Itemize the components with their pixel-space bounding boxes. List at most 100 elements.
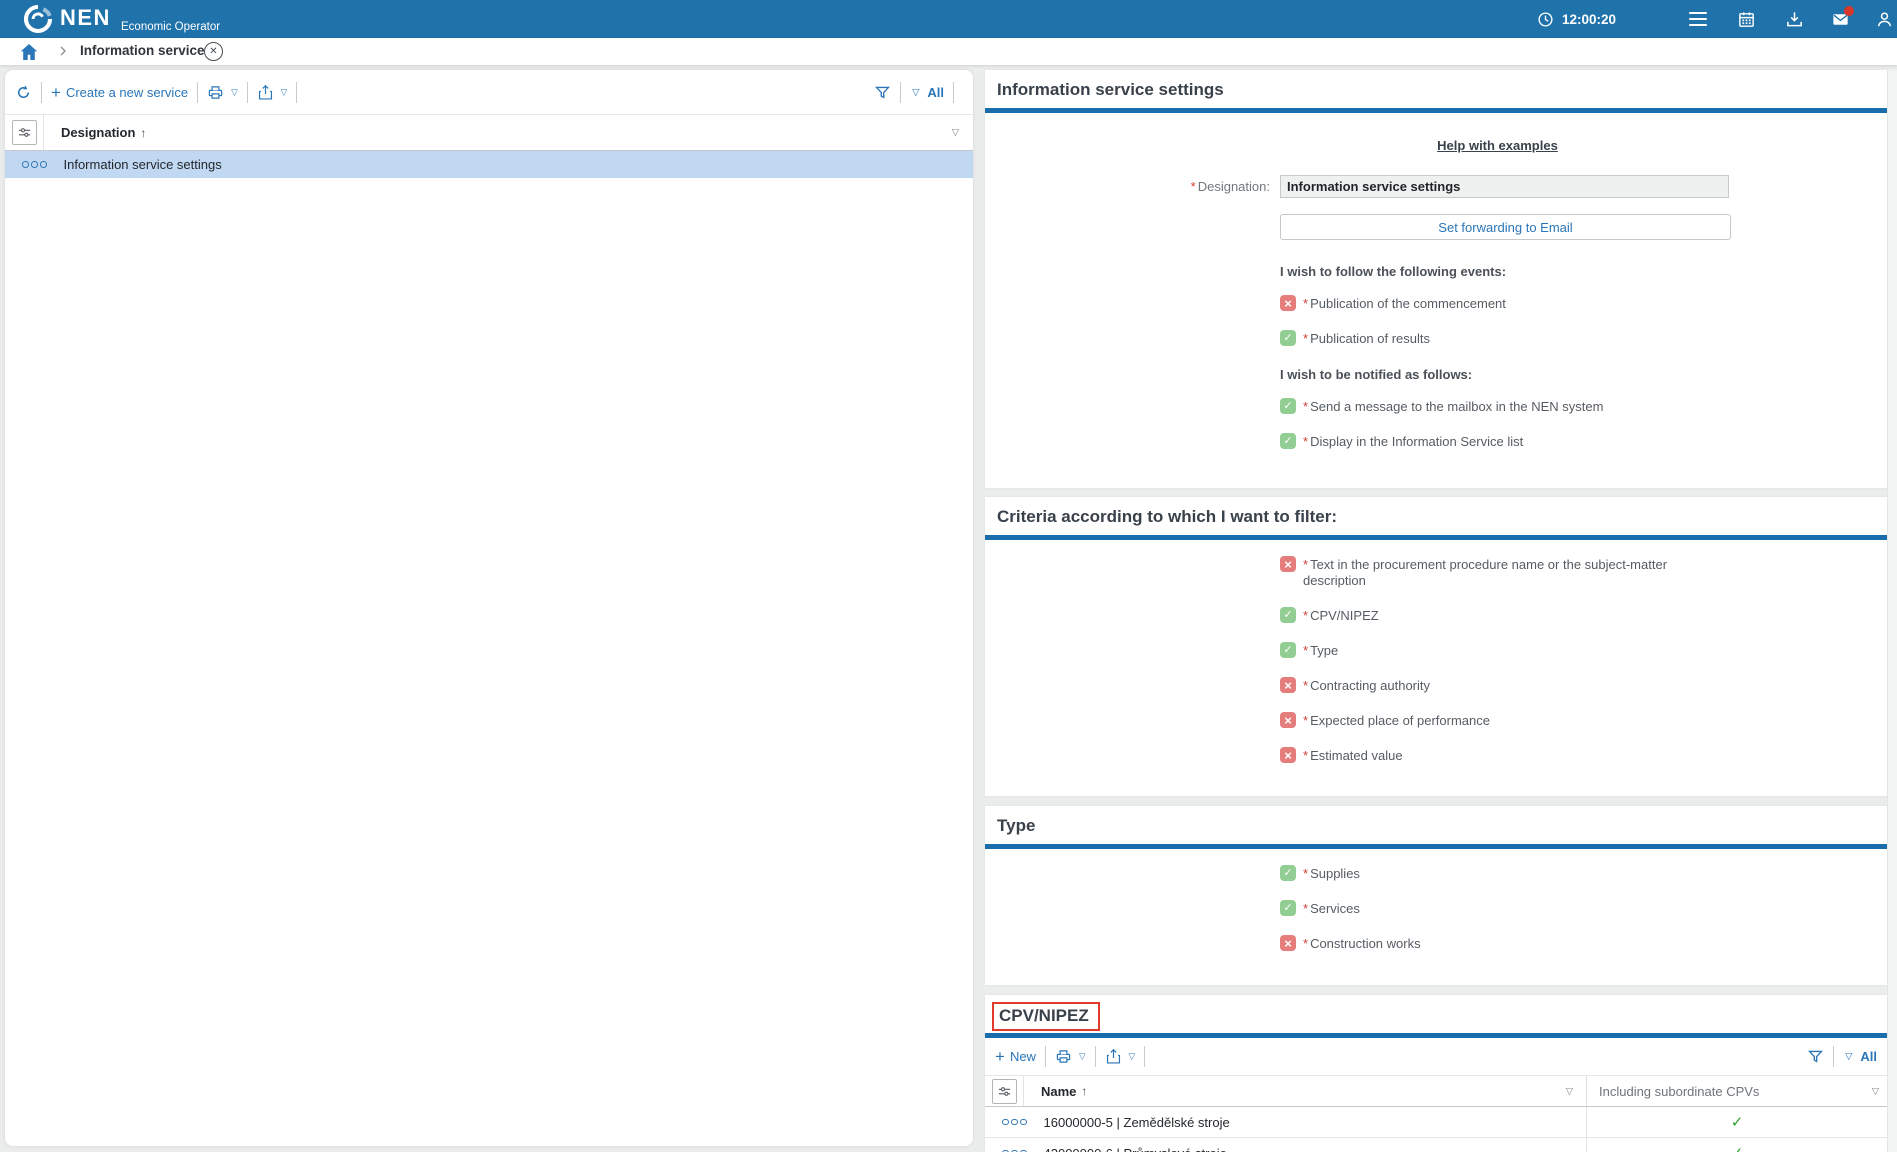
checkbox[interactable]: × xyxy=(1280,712,1296,728)
checkbox[interactable]: × xyxy=(1280,295,1296,311)
print-icon xyxy=(207,84,224,101)
column-filter-arrow-icon[interactable]: ▽ xyxy=(1872,1086,1879,1097)
create-service-button[interactable]: + Create a new service xyxy=(51,84,188,101)
checkbox[interactable]: × xyxy=(1280,556,1296,572)
home-icon[interactable] xyxy=(19,42,39,62)
inbox-download-icon xyxy=(1785,10,1804,29)
export-button[interactable]: ▽ xyxy=(257,84,288,101)
checkbox[interactable]: ✓ xyxy=(1280,433,1296,449)
service-list-panel: + Create a new service ▽ ▽ xyxy=(5,70,973,1146)
current-time: 12:00:20 xyxy=(1562,12,1616,27)
checkbox[interactable]: × xyxy=(1280,677,1296,693)
checkbox-row: × *Estimated value xyxy=(1280,747,1840,764)
plus-icon: + xyxy=(995,1048,1005,1065)
designation-input[interactable] xyxy=(1280,175,1729,198)
funnel-filter-icon xyxy=(1807,1048,1824,1065)
filter-preset-arrow-icon[interactable]: ▽ xyxy=(912,87,919,98)
print-button[interactable]: ▽ xyxy=(207,84,238,101)
column-header-subordinate[interactable]: Including subordinate CPVs xyxy=(1599,1084,1759,1099)
checkbox[interactable]: ✓ xyxy=(1280,900,1296,916)
checkbox-row: ✓ *Supplies xyxy=(1280,865,1840,882)
checkbox[interactable]: × xyxy=(1280,935,1296,951)
menu-button[interactable] xyxy=(1680,0,1716,38)
filter-preset-arrow-icon[interactable]: ▽ xyxy=(1845,1051,1852,1062)
app-logo[interactable]: NEN xyxy=(22,3,111,35)
downloads-button[interactable] xyxy=(1776,0,1812,38)
refresh-button[interactable] xyxy=(15,84,32,101)
row-menu-icon[interactable] xyxy=(1002,1119,1027,1126)
help-with-examples-link[interactable]: Help with examples xyxy=(1437,138,1558,153)
checkbox-label: *Estimated value xyxy=(1303,747,1403,764)
cpv-table-header: Name ↑ ▽ Including subordinate CPVs ▽ xyxy=(985,1075,1887,1107)
profile-icon xyxy=(1875,10,1894,29)
column-settings-cell xyxy=(985,1076,1024,1106)
row-menu-icon[interactable] xyxy=(22,161,47,168)
calendar-button[interactable] xyxy=(1728,0,1764,38)
checkbox[interactable]: × xyxy=(1280,747,1296,763)
section-title: Information service settings xyxy=(985,70,1887,108)
checkbox-label: *Text in the procurement procedure name … xyxy=(1303,556,1675,589)
checkbox-label: *Supplies xyxy=(1303,865,1360,882)
column-header-designation[interactable]: Designation xyxy=(61,125,135,140)
section-title: Type xyxy=(985,806,1887,844)
checkbox-label: *Construction works xyxy=(1303,935,1421,952)
checkbox[interactable]: ✓ xyxy=(1280,642,1296,658)
checkbox[interactable]: ✓ xyxy=(1280,607,1296,623)
export-icon xyxy=(257,84,274,101)
column-header-name[interactable]: Name xyxy=(1041,1084,1076,1099)
filter-all-label[interactable]: All xyxy=(1860,1049,1877,1064)
mail-button[interactable] xyxy=(1822,0,1858,38)
cpv-table-row[interactable]: 16000000-5 | Zemědělské stroje ✓ xyxy=(985,1107,1887,1138)
set-forwarding-email-button[interactable]: Set forwarding to Email xyxy=(1280,214,1731,240)
checkbox-row: × *Construction works xyxy=(1280,935,1840,952)
dropdown-arrow-icon[interactable]: ▽ xyxy=(1129,1051,1136,1062)
cpv-row-name[interactable]: 16000000-5 | Zemědělské stroje xyxy=(1044,1115,1230,1130)
dropdown-arrow-icon[interactable]: ▽ xyxy=(281,87,288,98)
print-button[interactable]: ▽ xyxy=(1055,1048,1086,1065)
breadcrumb-tab-label[interactable]: Information service xyxy=(80,43,205,58)
checkbox[interactable]: ✓ xyxy=(1280,865,1296,881)
section-divider xyxy=(985,535,1887,540)
checkbox-label: *CPV/NIPEZ xyxy=(1303,607,1379,624)
checkbox-row: × *Publication of the commencement xyxy=(1280,295,1840,312)
service-table-header: Designation ↑ ▽ xyxy=(5,114,973,151)
checkbox[interactable]: ✓ xyxy=(1280,330,1296,346)
scrollbar-track[interactable] xyxy=(1887,70,1897,1152)
new-cpv-button[interactable]: + New xyxy=(995,1048,1036,1065)
calendar-icon xyxy=(1737,10,1756,29)
checkbox-row: ✓ *Publication of results xyxy=(1280,330,1840,347)
profile-button[interactable] xyxy=(1866,0,1897,38)
export-button[interactable]: ▽ xyxy=(1105,1048,1136,1065)
checkbox-label: *Type xyxy=(1303,642,1338,659)
checkbox-label: *Services xyxy=(1303,900,1360,917)
dropdown-arrow-icon[interactable]: ▽ xyxy=(231,87,238,98)
checkbox-label: *Expected place of performance xyxy=(1303,712,1490,729)
toolbar-separator xyxy=(197,82,198,103)
refresh-icon xyxy=(15,84,32,101)
dropdown-arrow-icon[interactable]: ▽ xyxy=(1079,1051,1086,1062)
service-row-name[interactable]: Information service settings xyxy=(64,157,222,172)
toolbar-separator xyxy=(1045,1046,1046,1067)
column-settings-button[interactable] xyxy=(992,1079,1017,1104)
checkbox-label: *Publication of the commencement xyxy=(1303,295,1506,312)
filter-button[interactable] xyxy=(1807,1048,1824,1065)
column-filter-arrow-icon[interactable]: ▽ xyxy=(1566,1086,1573,1097)
cpv-row-name[interactable]: 42000000-6 | Průmyslové stroje xyxy=(1044,1146,1227,1152)
cpv-table-row[interactable]: 42000000-6 | Průmyslové stroje ✓ xyxy=(985,1138,1887,1152)
filter-all-label[interactable]: All xyxy=(927,85,944,100)
service-row-selected[interactable]: Information service settings xyxy=(5,151,973,178)
checkbox-row: ✓ *Services xyxy=(1280,900,1840,917)
toolbar-separator xyxy=(1833,1046,1834,1067)
filter-button[interactable] xyxy=(874,84,891,101)
sort-ascending-icon[interactable]: ↑ xyxy=(1081,1084,1087,1098)
toolbar-separator xyxy=(900,82,901,103)
close-tab-icon[interactable]: ✕ xyxy=(204,42,223,61)
sort-ascending-icon[interactable]: ↑ xyxy=(140,126,146,140)
column-filter-arrow-icon[interactable]: ▽ xyxy=(952,127,959,138)
checkbox-row: ✓ *Display in the Information Service li… xyxy=(1280,433,1840,450)
toolbar-separator xyxy=(41,82,42,103)
column-settings-button[interactable] xyxy=(12,120,37,145)
menu-icon xyxy=(1689,12,1707,27)
checkbox[interactable]: ✓ xyxy=(1280,398,1296,414)
cpv-toolbar: + New ▽ ▽ xyxy=(985,1038,1887,1075)
